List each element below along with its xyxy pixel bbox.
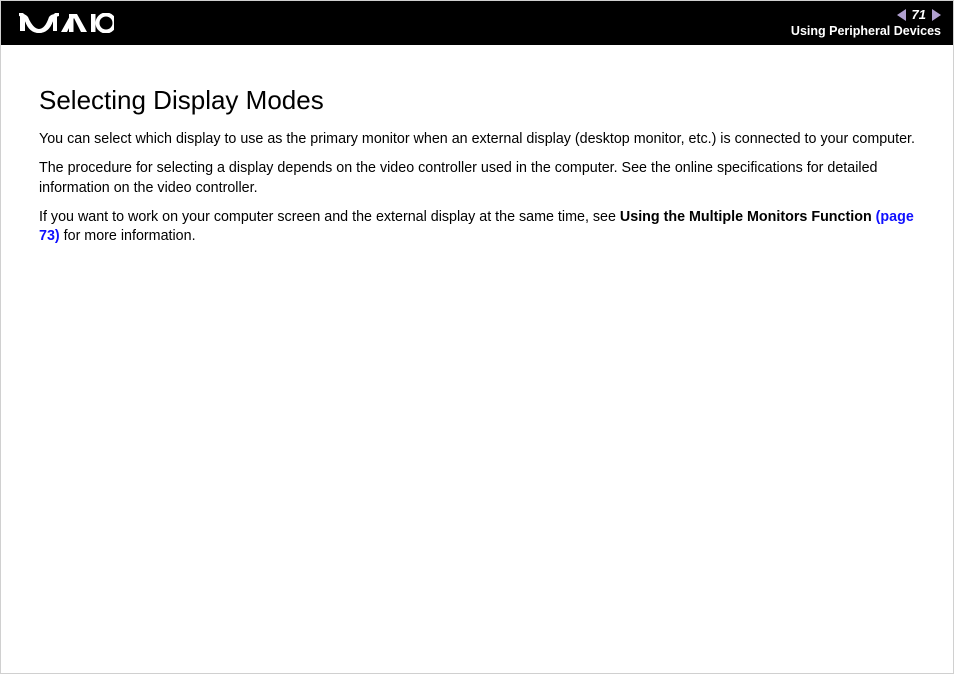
page-nav: 71: [897, 7, 941, 23]
vaio-logo: [19, 13, 114, 33]
paragraph-1: You can select which display to use as t…: [39, 130, 915, 149]
page-heading: Selecting Display Modes: [39, 85, 915, 116]
page-number: 71: [912, 7, 926, 23]
paragraph-3: If you want to work on your computer scr…: [39, 208, 915, 247]
header-bar: 71 Using Peripheral Devices: [1, 1, 953, 45]
p3-text-a: If you want to work on your computer scr…: [39, 209, 620, 225]
next-page-icon[interactable]: [932, 9, 941, 21]
header-right: 71 Using Peripheral Devices: [791, 7, 941, 40]
paragraph-2: The procedure for selecting a display de…: [39, 159, 915, 198]
prev-page-icon[interactable]: [897, 9, 906, 21]
content-area: Selecting Display Modes You can select w…: [1, 45, 953, 246]
p3-bold: Using the Multiple Monitors Function: [620, 209, 876, 225]
body-text: You can select which display to use as t…: [39, 130, 915, 246]
p3-text-b: for more information.: [60, 228, 196, 244]
section-label: Using Peripheral Devices: [791, 24, 941, 39]
